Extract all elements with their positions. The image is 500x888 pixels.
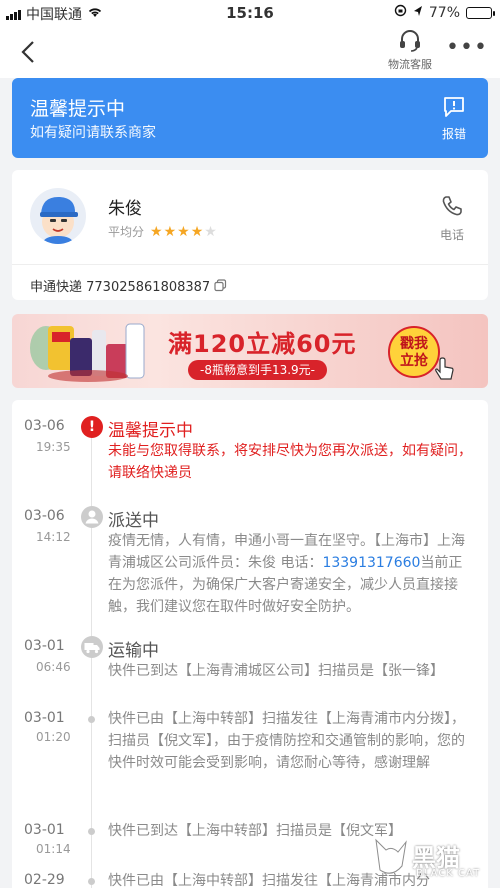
more-button[interactable]: ••• <box>446 37 487 62</box>
courier-avatar <box>30 188 86 244</box>
event-date: 03-01 <box>24 822 65 838</box>
back-button[interactable] <box>12 34 44 70</box>
star-icon: ★ <box>163 223 177 240</box>
rating-label: 平均分 <box>108 225 145 239</box>
timeline-dot <box>88 828 95 835</box>
rating-stars: ★ ★ ★ ★ ★ <box>150 225 217 239</box>
cat-logo-icon <box>375 838 407 874</box>
phone-icon <box>442 196 462 216</box>
timeline-dot <box>88 716 95 723</box>
event-time: 01:20 <box>36 730 71 744</box>
promo-cta-line2: 立抢 <box>400 353 428 369</box>
tracking-number-row[interactable]: 申通快递 773025861808387 <box>30 276 227 295</box>
black-cat-watermark: 黑猫 BLACK CAT <box>372 836 492 884</box>
event-description: 疫情无情，人有情，申通小哥一直在坚守。【上海市】上海青浦城区公司派件员：朱俊 电… <box>108 530 474 618</box>
truck-icon <box>81 636 103 658</box>
event-date: 02-29 <box>24 872 65 888</box>
report-error-label: 报错 <box>441 127 466 141</box>
call-courier-button[interactable]: 电话 <box>432 194 472 243</box>
logistics-service-label: 物流客服 <box>388 58 432 71</box>
event-description: 快件已由【上海中转部】扫描发往【上海青浦市内分拨】，扫描员【倪文军】，由于疫情防… <box>108 711 465 771</box>
event-date: 03-06 <box>24 508 65 524</box>
event-date: 03-01 <box>24 710 65 726</box>
report-error-button[interactable]: 报错 <box>436 96 472 142</box>
promo-subtext: -8瓶畅意到手13.9元- <box>188 360 328 380</box>
snack-products-image <box>30 323 145 382</box>
promo-cta-line1: 戳我 <box>400 336 428 352</box>
tracking-timeline: 03-06 19:35 ! 温馨提示中 未能与您取得联系，将安排尽快为您再次派送… <box>12 400 488 888</box>
event-description: 未能与您取得联系，将安排尽快为您再次派送，如有疑问，请联络快递员 <box>108 443 472 481</box>
headset-icon <box>400 30 420 52</box>
event-description: 快件已到达【上海青浦城区公司】扫描员是【张一锋】 <box>108 663 444 679</box>
event-title: 温馨提示中 <box>108 421 193 441</box>
battery-icon <box>466 6 495 19</box>
promo-headline: 满120立减60元 <box>168 330 357 358</box>
watermark-subtext: BLACK CAT <box>416 868 481 879</box>
event-time: 06:46 <box>36 660 71 674</box>
alert-icon: ! <box>81 416 103 438</box>
card-divider <box>12 264 488 265</box>
report-icon <box>444 97 464 117</box>
courier-rating: 平均分 ★ ★ ★ ★ ★ <box>108 223 217 240</box>
courier-phone-link[interactable]: 13391317660 <box>322 555 420 571</box>
courier-person-icon <box>81 506 103 528</box>
rotation-lock-icon <box>394 4 407 21</box>
location-icon <box>413 5 423 21</box>
tracking-number: 申通快递 773025861808387 <box>30 280 211 295</box>
event-title: 派送中 <box>108 511 159 531</box>
battery-percent: 77% <box>428 4 460 21</box>
status-bar: 中国联通 15:16 77% <box>0 0 500 26</box>
event-date: 03-06 <box>24 418 65 434</box>
event-date: 03-01 <box>24 638 65 654</box>
event-title: 运输中 <box>108 641 159 661</box>
star-icon: ★ <box>150 223 163 240</box>
courier-card: 朱俊 平均分 ★ ★ ★ ★ ★ 电话 申通快递 773025861808387 <box>12 170 488 300</box>
hand-pointer-icon <box>435 357 454 380</box>
notice-banner: 温馨提示中 如有疑问请联系商家 报错 <box>12 78 488 158</box>
timeline-dot <box>88 878 95 885</box>
star-icon: ★ <box>190 223 204 240</box>
star-icon: ★ <box>177 223 190 240</box>
notice-title: 温馨提示中 <box>30 98 126 120</box>
call-label: 电话 <box>439 228 464 242</box>
promo-banner[interactable]: 满120立减60元 -8瓶畅意到手13.9元- 戳我 立抢 <box>12 314 488 388</box>
courier-name: 朱俊 <box>108 199 142 219</box>
event-time: 14:12 <box>36 530 71 544</box>
logistics-service-button[interactable]: 物流客服 <box>382 28 438 72</box>
copy-icon[interactable] <box>214 279 227 292</box>
star-icon: ★ <box>204 223 217 240</box>
notice-subtitle: 如有疑问请联系商家 <box>30 125 156 141</box>
chevron-left-icon <box>21 41 34 63</box>
event-time: 19:35 <box>36 440 71 454</box>
nav-bar: 物流客服 ••• <box>0 26 500 78</box>
event-time: 01:14 <box>36 842 71 856</box>
status-right: 77% <box>394 4 495 21</box>
